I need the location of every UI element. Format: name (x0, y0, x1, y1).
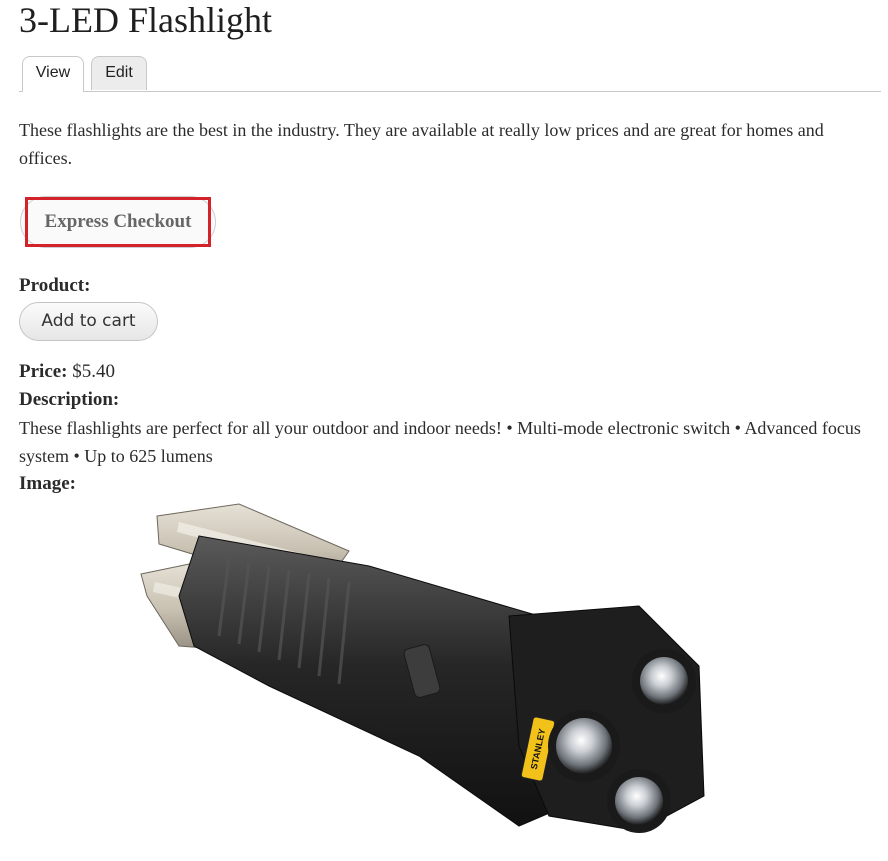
price-field: Price: $5.40 (19, 358, 115, 386)
flashlight-image: STANLEY (140, 503, 705, 833)
price-value: $5.40 (72, 361, 116, 382)
price-label: Price: (19, 361, 68, 382)
product-label: Product: (19, 275, 91, 296)
tab-bar: View Edit (19, 55, 881, 92)
description-text: These flashlights are perfect for all yo… (19, 418, 861, 466)
add-to-cart-button[interactable]: Add to cart (19, 302, 158, 341)
tab-edit[interactable]: Edit (91, 56, 147, 90)
description-label: Description: (19, 389, 120, 410)
intro-text: These flashlights are the best in the in… (19, 120, 824, 168)
image-label: Image: (19, 473, 76, 494)
tab-view[interactable]: View (22, 56, 84, 92)
express-checkout-button[interactable]: Express Checkout (25, 197, 211, 247)
page-title: 3-LED Flashlight (19, 0, 272, 40)
